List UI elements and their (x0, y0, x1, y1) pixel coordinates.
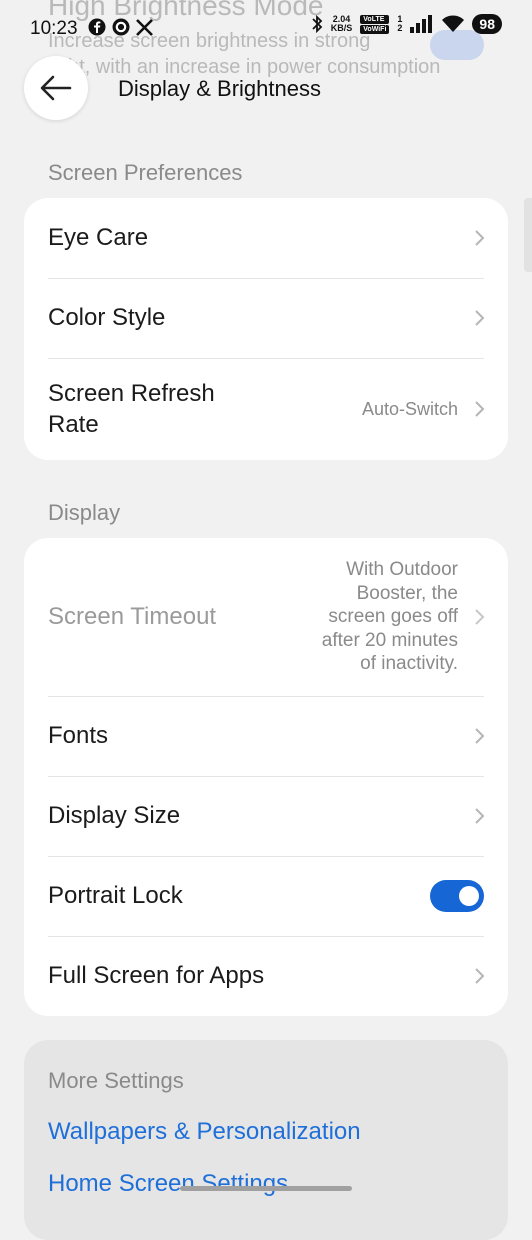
signal-icon (410, 15, 433, 33)
list-item-label: Screen Refresh Rate (48, 380, 215, 438)
screen-timeout-description: With Outdoor Booster, the screen goes of… (321, 559, 458, 675)
chevron-right-icon (475, 609, 485, 625)
link-wallpapers-personalization[interactable]: Wallpapers & Personalization (48, 1118, 361, 1146)
battery-indicator: 98 (472, 14, 502, 34)
list-item-label: Portrait Lock (48, 882, 183, 909)
app-header: Display & Brightness (0, 56, 532, 122)
list-item-label: Screen Timeout (48, 603, 217, 630)
toggle-knob (459, 886, 479, 906)
list-item-screen-refresh-rate[interactable]: Screen Refresh Rate Auto-Switch (24, 358, 508, 460)
bluetooth-icon (312, 14, 323, 34)
display-card: Screen Timeout With Outdoor Booster, the… (24, 538, 508, 1016)
system-status-icons: 2.04 KB/S VoLTE VoWiFi 1 2 98 (311, 14, 502, 34)
list-item-eye-care[interactable]: Eye Care (24, 198, 508, 278)
home-indicator[interactable] (180, 1186, 352, 1191)
chevron-right-icon (475, 401, 485, 417)
more-settings-card: More Settings Wallpapers & Personalizati… (24, 1040, 508, 1240)
ring-app-icon (112, 18, 130, 36)
status-bar: 10:23 2.04 KB/S VoLTE VoWiFi 1 2 98 (0, 0, 532, 58)
link-home-screen-settings[interactable]: Home Screen Settings (48, 1170, 288, 1198)
chevron-right-icon (475, 968, 485, 984)
portrait-lock-toggle[interactable] (430, 880, 484, 912)
arrow-left-icon (40, 75, 72, 101)
x-app-icon (136, 18, 153, 36)
facebook-icon (88, 18, 106, 36)
wifi-icon (442, 15, 465, 32)
notification-icons (88, 18, 153, 36)
sim-indicators: 1 2 (397, 15, 402, 33)
list-item-label: Color Style (48, 304, 166, 331)
vowifi-label: VoWiFi (360, 24, 390, 34)
section-label-screen-preferences: Screen Preferences (48, 160, 243, 185)
chevron-right-icon (475, 310, 485, 326)
list-item-display-size[interactable]: Display Size (24, 776, 508, 856)
network-speed: 2.04 KB/S (331, 15, 353, 33)
list-item-color-style[interactable]: Color Style (24, 278, 508, 358)
chevron-right-icon (475, 230, 485, 246)
refresh-rate-value: Auto-Switch (361, 398, 458, 419)
chevron-right-icon (475, 808, 485, 824)
list-item-portrait-lock: Portrait Lock (24, 856, 508, 936)
status-time: 10:23 (30, 18, 78, 39)
list-item-label: Full Screen for Apps (48, 962, 265, 989)
more-settings-label: More Settings (48, 1068, 184, 1093)
list-item-label: Fonts (48, 722, 109, 749)
list-item-screen-timeout[interactable]: Screen Timeout With Outdoor Booster, the… (24, 538, 508, 696)
network-speed-unit: KB/S (330, 23, 353, 33)
section-label-display: Display (48, 500, 121, 525)
list-item-label: Eye Care (48, 224, 149, 251)
screen-preferences-card: Eye Care Color Style Screen Refresh Rate… (24, 198, 508, 460)
list-item-full-screen-for-apps[interactable]: Full Screen for Apps (24, 936, 508, 1016)
list-item-label: Display Size (48, 802, 181, 829)
list-item-fonts[interactable]: Fonts (24, 696, 508, 776)
page-title: Display & Brightness (118, 76, 321, 101)
back-button[interactable] (24, 56, 88, 120)
chevron-right-icon (475, 728, 485, 744)
sim2-label: 2 (397, 23, 403, 33)
volte-label: VoLTE (360, 14, 390, 24)
volte-badge: VoLTE VoWiFi (360, 14, 390, 34)
scroll-indicator (524, 198, 532, 272)
